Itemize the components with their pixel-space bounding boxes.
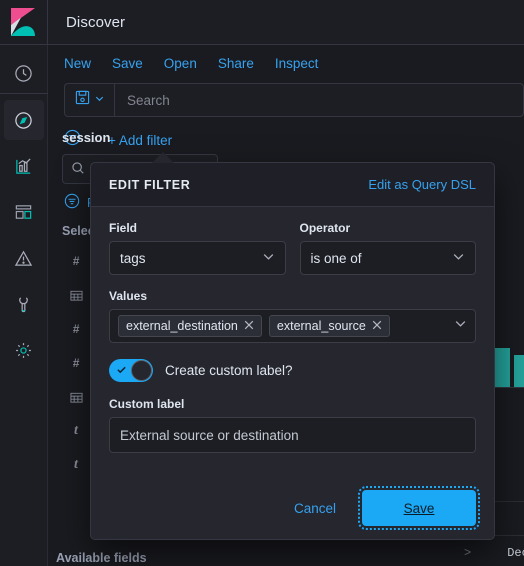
topnav-new[interactable]: New [64,56,91,71]
edit-filter-popover: EDIT FILTER Edit as Query DSL Field tags… [90,162,495,540]
histogram-bar [514,355,524,388]
popover-arrow [152,152,174,163]
search-input[interactable]: Search [114,83,524,117]
popover-title: EDIT FILTER [109,177,191,192]
custom-label-toggle-label: Create custom label? [165,363,293,378]
edit-as-query-dsl-link[interactable]: Edit as Query DSL [368,177,476,192]
clock-icon [14,64,33,83]
sidebar-item-recently-viewed[interactable] [4,53,44,93]
top-nav: New Save Open Share Inspect [48,45,524,81]
cancel-button[interactable]: Cancel [284,495,346,522]
field-group: Field tags [109,221,286,275]
available-fields-title: Available fields [56,551,147,565]
field-operator-row: Field tags Operator is one of [109,221,476,275]
kibana-discover-app: Discover New Save Open Share Inspect Sea… [0,0,524,566]
topnav-save[interactable]: Save [112,56,143,71]
doc-timestamp: Dec 14, 2009 @ 1 [507,545,524,560]
popover-header: EDIT FILTER Edit as Query DSL [91,163,494,207]
compass-icon [14,111,33,130]
number-type-icon: # [72,356,80,370]
sidebar-item-visualize[interactable] [4,146,44,186]
field-select[interactable]: tags [109,241,286,275]
close-icon[interactable] [372,319,382,333]
primary-nav-rail [0,45,48,566]
sidebar-item-management[interactable] [4,330,44,370]
kibana-logo-icon [10,8,35,36]
operator-group: Operator is one of [299,221,476,275]
value-pill[interactable]: external_source [268,315,390,337]
sidebar-item-dashboard[interactable] [4,192,44,232]
sidebar-item-alerts[interactable] [4,238,44,278]
chart-icon [14,157,33,176]
custom-label-label: Custom label [109,397,185,411]
field-select-value: tags [120,250,146,266]
sidebar-item-discover[interactable] [3,100,44,140]
values-label: Values [109,289,148,303]
operator-select[interactable]: is one of [299,241,476,275]
toggle-knob [131,360,152,381]
operator-label: Operator [299,221,351,235]
chevron-down-icon [262,250,275,266]
expand-icon[interactable]: > [464,546,471,560]
chevron-down-icon [94,91,105,109]
save-disk-icon [75,90,90,110]
create-custom-label-toggle[interactable] [109,359,153,382]
query-bar: Search [64,83,524,117]
saved-query-button[interactable] [64,83,114,117]
close-icon[interactable] [244,319,254,333]
number-type-icon: # [72,322,80,336]
values-combobox[interactable]: external_destination external_source [109,309,476,343]
page-title: Discover [66,13,126,31]
chevron-down-icon [452,250,465,266]
field-label: Field [109,221,138,235]
chevron-down-icon[interactable] [454,317,467,335]
sidebar-item-dev-tools[interactable] [4,284,44,324]
date-type-icon [68,391,84,404]
custom-label-input[interactable]: External source or destination [109,417,476,453]
date-type-icon [68,289,84,302]
custom-label-toggle-row: Create custom label? [109,359,476,382]
popover-body: Field tags Operator is one of Values ext… [91,207,494,453]
rail-divider [0,93,48,94]
custom-label-group: Custom label External source or destinat… [109,397,476,453]
popover-footer: Cancel Save [91,477,494,539]
filter-icon [64,193,80,212]
value-pill[interactable]: external_destination [118,315,262,337]
table-row[interactable]: > Dec 14, 2009 @ 1 [464,536,524,566]
search-icon [71,161,85,178]
topnav-share[interactable]: Share [218,56,254,71]
values-group: Values external_destination external_sou… [109,289,476,343]
save-button[interactable]: Save [358,486,480,530]
dashboard-icon [14,203,33,222]
warning-icon [14,249,33,268]
topnav-open[interactable]: Open [164,56,197,71]
wrench-icon [14,295,33,314]
string-type-icon: t [74,457,78,472]
topnav-inspect[interactable]: Inspect [275,56,319,71]
value-pill-label: external_source [276,319,366,333]
number-type-icon: # [72,254,80,268]
check-icon [116,362,127,380]
operator-select-value: is one of [310,250,362,266]
app-header: Discover [0,0,524,45]
gear-icon [14,341,33,360]
kibana-logo-button[interactable] [0,0,48,45]
index-pattern-title[interactable]: session [56,130,224,145]
value-pill-label: external_destination [126,319,238,333]
string-type-icon: t [74,423,78,438]
